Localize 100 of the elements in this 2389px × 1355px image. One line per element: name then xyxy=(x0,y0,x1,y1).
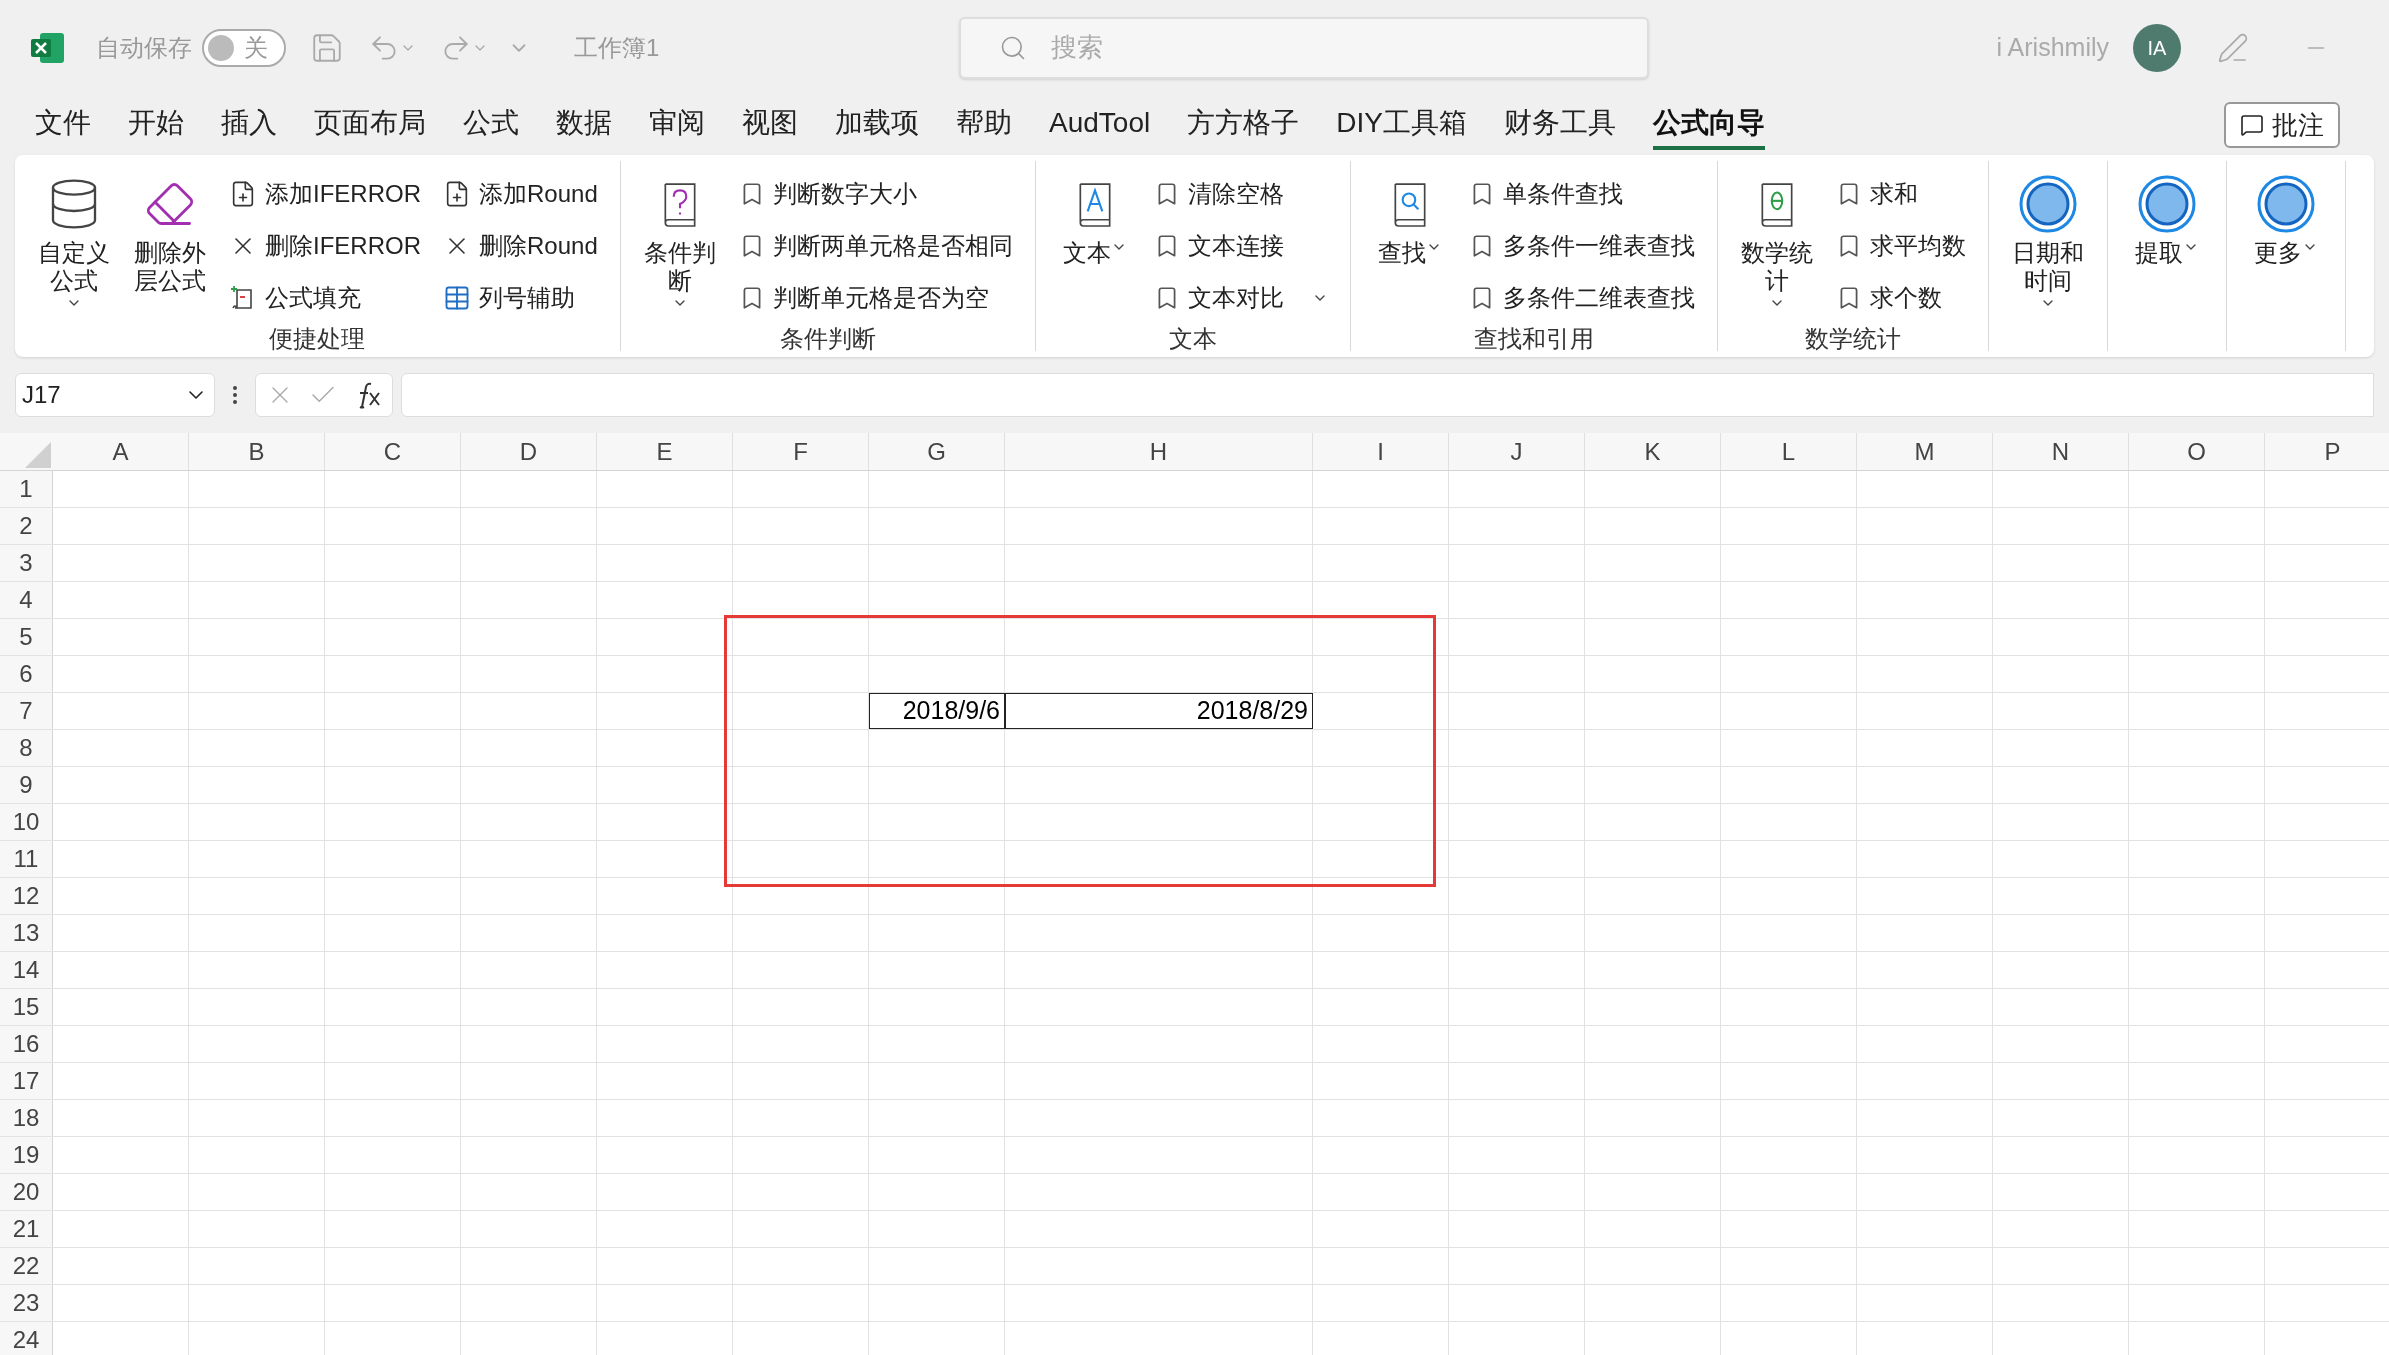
row-header[interactable]: 2 xyxy=(0,508,53,544)
ribbon-item[interactable]: 判断数字大小 xyxy=(738,171,1013,217)
ribbon-item[interactable]: 多条件一维表查找 xyxy=(1468,223,1695,269)
ribbon-large-button[interactable]: 更多 xyxy=(2248,171,2323,267)
ribbon-large-button[interactable]: 提取 xyxy=(2129,171,2204,267)
ribbon-item[interactable]: 删除IFERROR xyxy=(229,223,421,269)
row-header[interactable]: 23 xyxy=(0,1285,53,1321)
row-header[interactable]: 11 xyxy=(0,841,53,877)
row-header[interactable]: 12 xyxy=(0,878,53,914)
menu-tab[interactable]: 插入 xyxy=(221,100,277,150)
row-header[interactable]: 13 xyxy=(0,915,53,951)
ribbon-item[interactable]: 添加IFERROR xyxy=(229,171,421,217)
comment-button[interactable]: 批注 xyxy=(2224,102,2340,148)
ribbon-item[interactable]: 多条件二维表查找 xyxy=(1468,275,1695,321)
group-label: 文本 xyxy=(1167,324,1218,354)
ribbon-item[interactable]: 判断单元格是否为空 xyxy=(738,275,1013,321)
ribbon-item[interactable]: 文本连接 xyxy=(1153,223,1328,269)
column-header[interactable]: G xyxy=(869,433,1005,470)
column-header[interactable]: O xyxy=(2129,433,2265,470)
row-header[interactable]: 3 xyxy=(0,545,53,581)
menu-tab[interactable]: 数据 xyxy=(556,100,612,150)
user-avatar[interactable]: IA xyxy=(2133,23,2181,72)
ribbon-item[interactable]: 列号辅助 xyxy=(443,275,598,321)
pen-icon[interactable] xyxy=(2217,31,2249,64)
ribbon-item[interactable]: 求平均数 xyxy=(1835,223,1966,269)
column-header[interactable]: L xyxy=(1721,433,1857,470)
row-header[interactable]: 19 xyxy=(0,1137,53,1173)
table-icon xyxy=(443,284,471,312)
column-header[interactable]: H xyxy=(1005,433,1313,470)
menu-tab[interactable]: 开始 xyxy=(128,100,184,150)
column-header[interactable]: M xyxy=(1857,433,1993,470)
table-cell: 2018/9/6 xyxy=(869,693,1005,729)
row-header[interactable]: 21 xyxy=(0,1211,53,1247)
column-header[interactable]: N xyxy=(1993,433,2129,470)
menu-tab[interactable]: 视图 xyxy=(742,100,798,150)
ribbon-item[interactable]: 公式填充 xyxy=(229,275,421,321)
row-header[interactable]: 20 xyxy=(0,1174,53,1210)
group-label: 条件判断 xyxy=(778,324,877,354)
column-header[interactable]: I xyxy=(1313,433,1449,470)
circle-icon xyxy=(2255,174,2316,234)
ribbon-large-button[interactable]: 删除外层公式 xyxy=(133,171,207,295)
ribbon-item[interactable]: 清除空格 xyxy=(1153,171,1328,217)
window-title: 工作簿1 xyxy=(574,32,660,63)
table-cell: 2018/8/29 xyxy=(1005,693,1313,729)
menu-tab[interactable]: 财务工具 xyxy=(1503,100,1616,150)
menu-tab[interactable]: 公式向导 xyxy=(1652,100,1765,150)
row-header[interactable]: 10 xyxy=(0,804,53,840)
menu-tab[interactable]: AudTool xyxy=(1049,100,1151,150)
name-box[interactable]: J17 xyxy=(15,373,215,417)
row-header[interactable]: 1 xyxy=(0,471,53,507)
column-header[interactable]: F xyxy=(733,433,869,470)
ribbon-large-button[interactable]: 自定义公式 xyxy=(37,171,111,311)
row-header[interactable]: 4 xyxy=(0,582,53,618)
ribbon-item[interactable]: 求和 xyxy=(1835,171,1966,217)
row-header[interactable]: 17 xyxy=(0,1063,53,1099)
column-header[interactable]: P xyxy=(2265,433,2389,470)
menu-tab[interactable]: 页面布局 xyxy=(314,100,426,150)
row-header[interactable]: 7 xyxy=(0,693,53,729)
column-header[interactable]: K xyxy=(1585,433,1721,470)
search-field[interactable]: 搜索 xyxy=(959,16,1650,79)
row-header[interactable]: 15 xyxy=(0,989,53,1025)
row-header[interactable]: 22 xyxy=(0,1248,53,1284)
menu-tab[interactable]: DIY工具箱 xyxy=(1336,100,1467,150)
cell-reference: J17 xyxy=(22,380,61,410)
ribbon-item[interactable]: 求个数 xyxy=(1835,275,1966,321)
menu-tab[interactable]: 加载项 xyxy=(835,100,919,150)
ribbon-large-button[interactable]: 文本 xyxy=(1057,171,1132,267)
menu-tab[interactable]: 审阅 xyxy=(649,100,705,150)
row-header[interactable]: 5 xyxy=(0,619,53,655)
row-header[interactable]: 16 xyxy=(0,1026,53,1062)
column-header[interactable]: D xyxy=(461,433,597,470)
menu-tab[interactable]: 公式 xyxy=(463,100,519,150)
circle-icon xyxy=(2017,174,2078,234)
ribbon-item[interactable]: 判断两单元格是否相同 xyxy=(738,223,1013,269)
row-header[interactable]: 8 xyxy=(0,730,53,766)
group-label: 数学统计 xyxy=(1803,324,1902,354)
select-all-icon[interactable] xyxy=(25,442,51,468)
ribbon-item[interactable]: 删除Round xyxy=(443,223,598,269)
ribbon-large-button[interactable]: 日期和时间 xyxy=(2010,171,2085,311)
row-header[interactable]: 6 xyxy=(0,656,53,692)
row-header[interactable]: 18 xyxy=(0,1100,53,1136)
ribbon-large-button[interactable]: 数学统计 xyxy=(1739,171,1814,311)
menu-tab[interactable]: 文件 xyxy=(35,100,91,150)
column-header[interactable]: E xyxy=(597,433,733,470)
column-header[interactable]: A xyxy=(53,433,189,470)
ribbon-item[interactable]: 单条件查找 xyxy=(1468,171,1695,217)
menu-tab[interactable]: 帮助 xyxy=(956,100,1012,150)
row-header[interactable]: 9 xyxy=(0,767,53,803)
formula-input[interactable] xyxy=(401,373,2374,417)
ribbon-item[interactable]: 文本对比 xyxy=(1153,275,1328,321)
row-header[interactable]: 24 xyxy=(0,1322,53,1355)
column-header[interactable]: J xyxy=(1449,433,1585,470)
ribbon-large-button[interactable]: 条件判断 xyxy=(642,171,717,311)
column-header[interactable]: B xyxy=(189,433,325,470)
ribbon-large-button[interactable]: 查找 xyxy=(1372,171,1447,267)
app-logo-icon xyxy=(30,30,66,65)
column-header[interactable]: C xyxy=(325,433,461,470)
menu-tab[interactable]: 方方格子 xyxy=(1187,100,1300,150)
row-header[interactable]: 14 xyxy=(0,952,53,988)
ribbon-item[interactable]: 添加Round xyxy=(443,171,598,217)
